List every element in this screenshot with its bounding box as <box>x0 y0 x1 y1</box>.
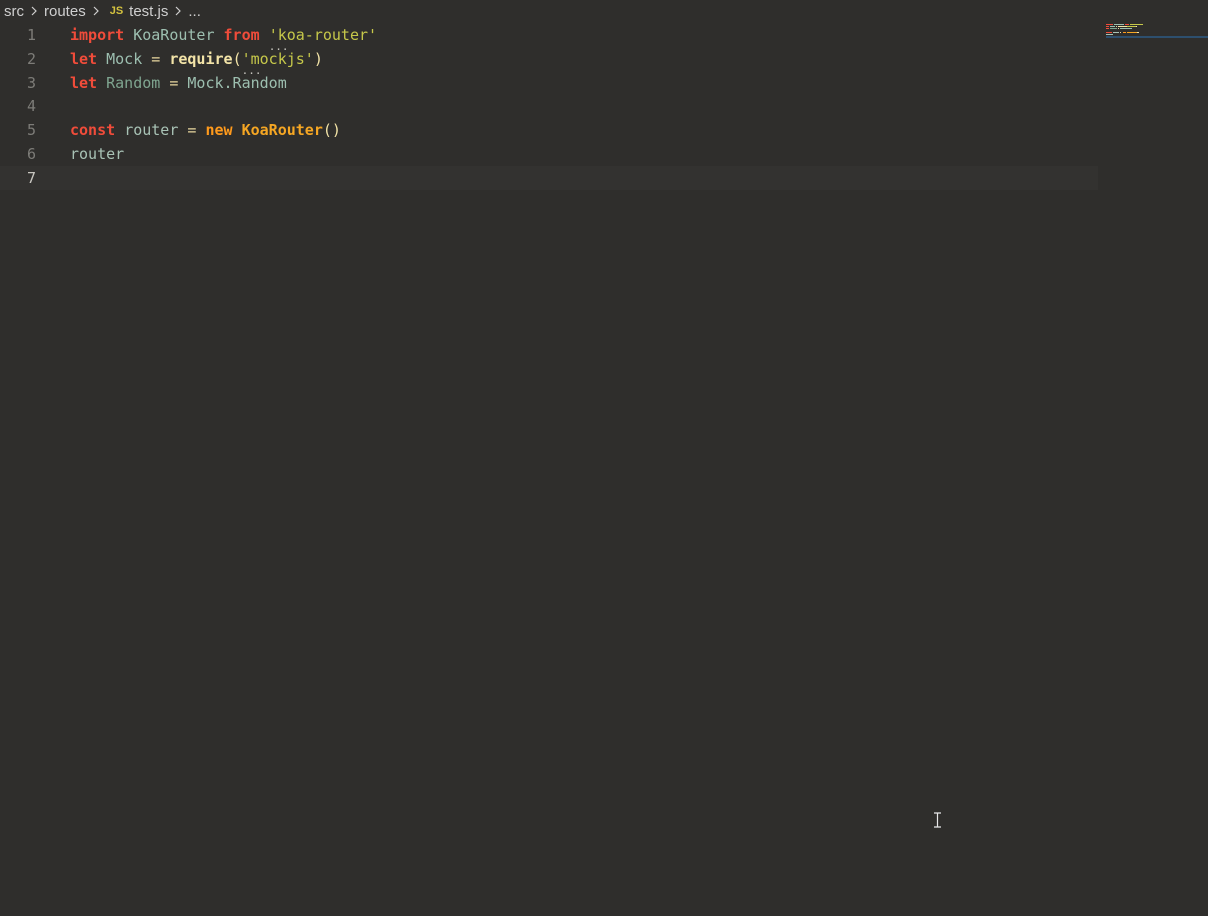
code-line[interactable]: 1 import KoaRouter from 'koa-router' <box>0 23 1098 47</box>
code-text[interactable]: router <box>70 142 124 166</box>
code-line[interactable]: 3 let Random = Mock.Random <box>0 71 1098 95</box>
code-token: router <box>124 121 179 140</box>
code-line[interactable]: 6 router <box>0 142 1098 166</box>
line-number: 6 <box>26 145 36 163</box>
text-cursor-icon <box>933 812 942 828</box>
minimap-token <box>1135 26 1137 27</box>
code-token: KoaRouter <box>241 121 323 140</box>
breadcrumb-item-file[interactable]: test.js <box>129 3 168 20</box>
line-number: 3 <box>26 73 36 92</box>
code-token: Mock <box>106 49 143 68</box>
minimap-viewport-indicator[interactable] <box>1106 36 1208 38</box>
breadcrumb: src routes JS test.js ... <box>0 0 1208 22</box>
minimap-token <box>1106 24 1113 25</box>
code-line[interactable]: 2 let Mock = require('mockjs') <box>0 47 1098 71</box>
breadcrumb-more[interactable]: ... <box>188 3 201 20</box>
chevron-right-icon <box>171 4 185 18</box>
minimap-token <box>1113 24 1124 25</box>
code-text[interactable]: import KoaRouter from 'koa-router' <box>70 23 377 47</box>
code-token: require <box>169 49 233 68</box>
javascript-file-icon: JS <box>109 5 124 17</box>
code-token: router <box>70 145 125 163</box>
minimap-token <box>1118 26 1126 27</box>
code-line[interactable]: 5 const router = new KoaRouter() <box>0 118 1098 142</box>
code-token: import <box>70 26 125 44</box>
line-number: 4 <box>26 97 36 116</box>
minimap-token <box>1110 28 1117 29</box>
line-number: 5 <box>26 121 36 140</box>
code-editor[interactable]: 1import KoaRouter from 'koa-router'2let … <box>0 23 1098 916</box>
code-line[interactable]: 7 <box>0 165 1098 190</box>
breadcrumb-item-src[interactable]: src <box>4 3 24 20</box>
minimap[interactable] <box>1100 0 1208 916</box>
code-token: new <box>205 121 233 140</box>
code-line[interactable]: 4 <box>0 94 1098 118</box>
chevron-right-icon <box>89 4 103 18</box>
code-text[interactable]: const router = new KoaRouter() <box>70 118 341 142</box>
code-token: from <box>223 26 260 44</box>
code-token: () <box>322 121 341 140</box>
code-text[interactable]: let Random = Mock.Random <box>70 71 287 95</box>
minimap-token <box>1128 26 1136 27</box>
minimap-token <box>1122 32 1126 33</box>
code-token: KoaRouter <box>133 26 215 44</box>
code-token: ' <box>242 50 251 68</box>
minimap-token <box>1106 28 1110 29</box>
line-number: 2 <box>26 49 36 68</box>
line-number: 1 <box>26 26 36 44</box>
chevron-right-icon <box>27 4 41 18</box>
code-token: let <box>70 73 98 92</box>
code-token: let <box>70 49 98 68</box>
minimap-token <box>1110 26 1115 27</box>
code-token: ) <box>313 49 323 68</box>
code-token: ' <box>269 26 278 44</box>
minimap-token <box>1136 32 1139 33</box>
code-token: Mock.Random <box>187 73 287 92</box>
minimap-token <box>1115 26 1117 27</box>
minimap-token <box>1124 24 1130 25</box>
code-token: ( <box>232 49 242 68</box>
code-token: = <box>151 49 161 68</box>
minimap-token <box>1118 28 1120 29</box>
minimap-token <box>1112 32 1120 33</box>
code-token: const <box>70 121 116 140</box>
minimap-token <box>1106 32 1112 33</box>
breadcrumb-item-routes[interactable]: routes <box>44 3 86 20</box>
code-text[interactable]: let Mock = require('mockjs') <box>70 47 323 71</box>
line-number: 7 <box>26 168 36 187</box>
minimap-token <box>1120 28 1133 29</box>
code-token: Random <box>106 73 161 92</box>
code-token: koa-router' <box>277 26 378 44</box>
minimap-token <box>1106 26 1110 27</box>
minimap-token <box>1126 32 1137 33</box>
minimap-token <box>1120 32 1122 33</box>
minimap-token <box>1131 24 1144 25</box>
minimap-token <box>1106 34 1113 35</box>
